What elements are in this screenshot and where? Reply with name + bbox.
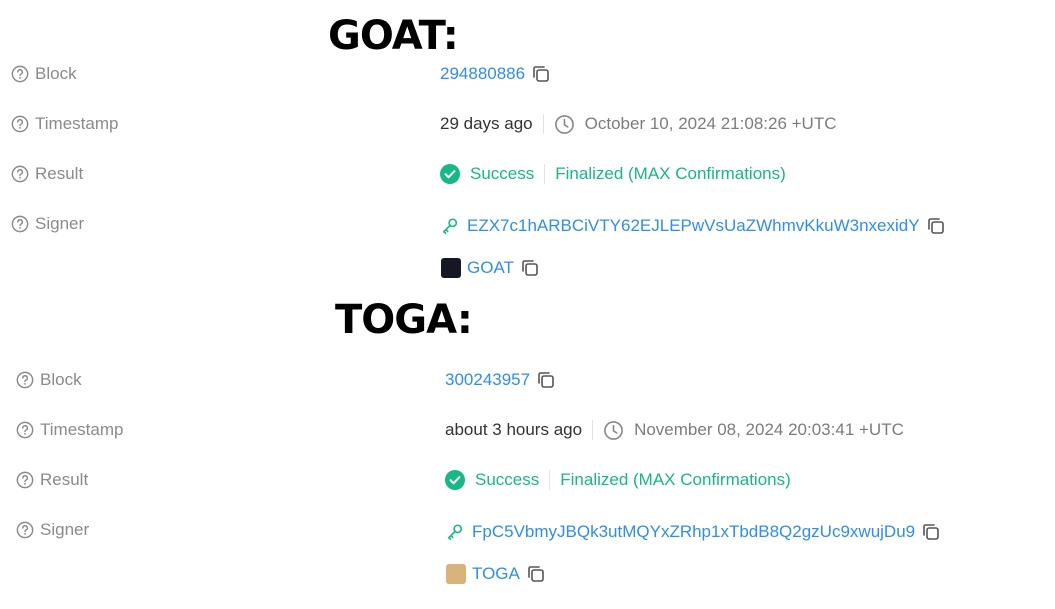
block-row: Block (16, 368, 82, 392)
token-value: GOAT (441, 256, 540, 280)
signer-value: FpC5VbmyJBQk3utMQYxZRhp1xTbdB8Q2gzUc9xwu… (446, 520, 941, 544)
help-icon[interactable] (16, 371, 34, 389)
clock-icon (603, 420, 624, 441)
result-label-text: Result (40, 470, 89, 489)
section-heading-toga: TOGA: (335, 297, 473, 343)
block-value: 300243957 (445, 368, 556, 392)
divider (549, 470, 551, 490)
help-icon[interactable] (11, 165, 29, 183)
result-value: Success Finalized (MAX Confirmations) (445, 468, 791, 492)
block-link[interactable]: 294880886 (440, 64, 525, 84)
check-circle-icon (440, 164, 460, 184)
signer-address-link[interactable]: FpC5VbmyJBQk3utMQYxZRhp1xTbdB8Q2gzUc9xwu… (472, 522, 915, 542)
divider (544, 164, 546, 184)
signer-row: Signer (11, 212, 84, 236)
signer-label-text: Signer (35, 214, 85, 233)
confirmation-text: Finalized (MAX Confirmations) (560, 470, 791, 489)
result-label-text: Result (35, 164, 84, 183)
divider (542, 114, 544, 134)
block-value: 294880886 (440, 62, 551, 86)
relative-time: 29 days ago (440, 114, 533, 133)
signer-label: Signer (16, 520, 89, 540)
result-value: Success Finalized (MAX Confirmations) (440, 162, 786, 186)
timestamp-label-text: Timestamp (40, 420, 124, 439)
copy-icon[interactable] (526, 564, 546, 584)
copy-icon[interactable] (921, 522, 941, 542)
signer-row: Signer (16, 518, 89, 542)
copy-icon[interactable] (531, 64, 551, 84)
block-link[interactable]: 300243957 (445, 370, 530, 390)
status-text: Success (470, 164, 535, 183)
key-icon (441, 217, 459, 235)
timestamp-value: 29 days ago October 10, 2024 21:08:26 +U… (440, 112, 837, 136)
token-link[interactable]: TOGA (472, 564, 520, 584)
signer-address-link[interactable]: EZX7c1hARBCiVTY62EJLEPwVsUaZWhmvKkuW3nxe… (467, 216, 920, 236)
result-row: Result (11, 162, 83, 186)
absolute-time: October 10, 2024 21:08:26 +UTC (584, 114, 837, 133)
timestamp-row: Timestamp (11, 112, 118, 136)
divider (592, 420, 594, 440)
block-label: Block (11, 64, 77, 84)
help-icon[interactable] (11, 65, 29, 83)
status-text: Success (475, 470, 540, 489)
confirmation-text: Finalized (MAX Confirmations) (555, 164, 786, 183)
block-label: Block (16, 370, 82, 390)
signer-label: Signer (11, 214, 84, 234)
timestamp-value: about 3 hours ago November 08, 2024 20:0… (445, 418, 904, 442)
absolute-time: November 08, 2024 20:03:41 +UTC (634, 420, 904, 439)
timestamp-label: Timestamp (11, 114, 118, 134)
timestamp-label: Timestamp (16, 420, 123, 440)
clock-icon (554, 114, 575, 135)
key-icon (446, 523, 464, 541)
result-label: Result (11, 164, 83, 184)
help-icon[interactable] (16, 421, 34, 439)
check-circle-icon (445, 470, 465, 490)
result-row: Result (16, 468, 88, 492)
token-avatar-icon (446, 564, 466, 584)
copy-icon[interactable] (520, 258, 540, 278)
result-label: Result (16, 470, 88, 490)
timestamp-row: Timestamp (16, 418, 123, 442)
relative-time: about 3 hours ago (445, 420, 583, 439)
help-icon[interactable] (16, 471, 34, 489)
timestamp-label-text: Timestamp (35, 114, 119, 133)
signer-label-text: Signer (40, 520, 90, 539)
block-label-text: Block (35, 64, 77, 83)
help-icon[interactable] (11, 115, 29, 133)
help-icon[interactable] (16, 521, 34, 539)
token-avatar-icon (441, 258, 461, 278)
token-link[interactable]: GOAT (467, 258, 514, 278)
block-label-text: Block (40, 370, 82, 389)
signer-value: EZX7c1hARBCiVTY62EJLEPwVsUaZWhmvKkuW3nxe… (441, 214, 946, 238)
block-row: Block (11, 62, 77, 86)
help-icon[interactable] (11, 215, 29, 233)
copy-icon[interactable] (926, 216, 946, 236)
token-value: TOGA (446, 562, 546, 586)
copy-icon[interactable] (536, 370, 556, 390)
section-heading-goat: GOAT: (328, 13, 459, 59)
